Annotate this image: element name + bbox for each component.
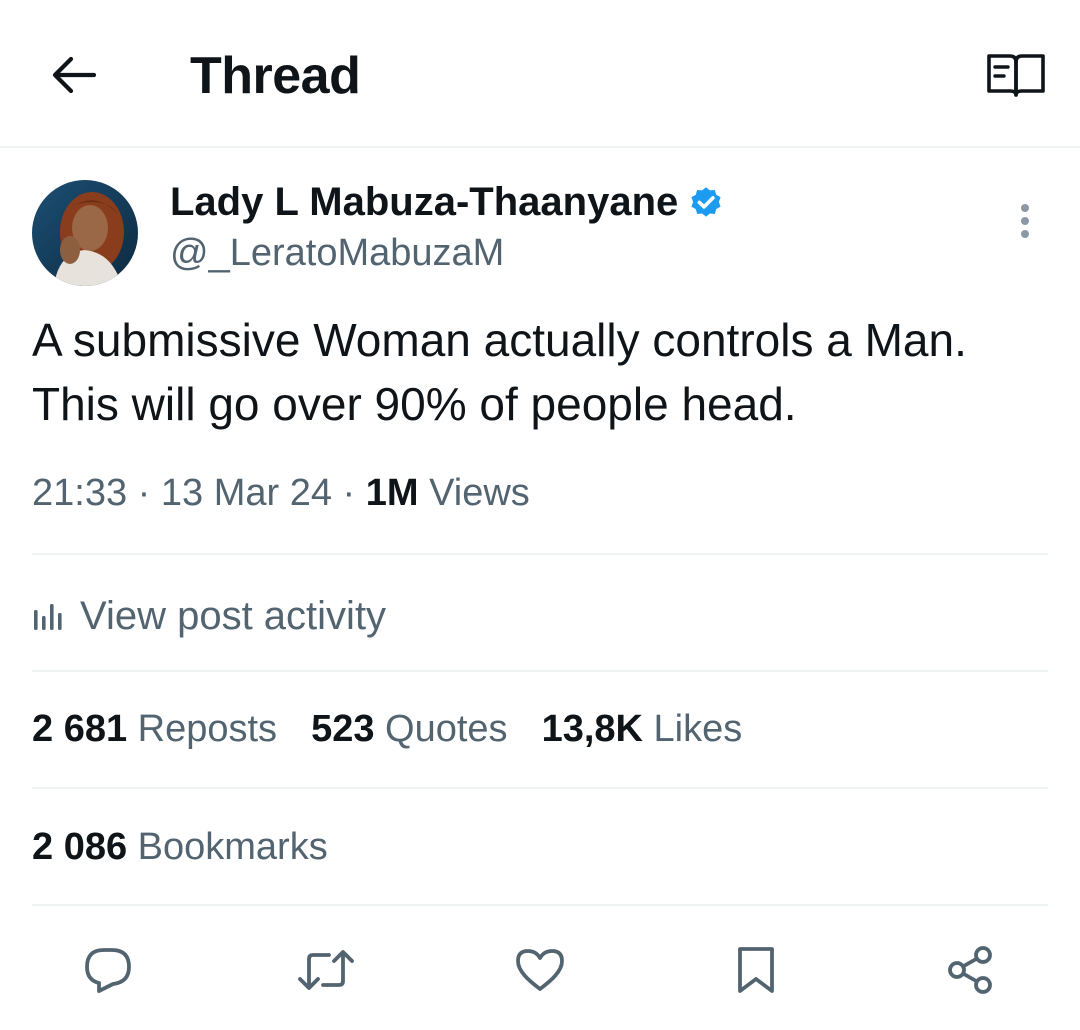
tweet-text: A submissive Woman actually controls a M… [32, 314, 967, 430]
tweet-date[interactable]: 13 Mar 24 [161, 472, 332, 514]
reply-button[interactable] [76, 938, 140, 1002]
share-button[interactable] [938, 938, 1002, 1002]
divider [32, 553, 1048, 555]
reposts-label: Reposts [137, 708, 278, 750]
profile-photo [32, 180, 138, 286]
reply-icon [85, 948, 131, 993]
share-icon [948, 946, 992, 994]
verified-badge-icon[interactable] [688, 185, 724, 221]
bar-chart-icon [34, 604, 62, 630]
quotes-label: Quotes [385, 708, 508, 750]
views-label: Views [429, 472, 530, 514]
quotes-count: 523 [311, 708, 375, 750]
page-title: Thread [190, 47, 361, 105]
likes-label: Likes [653, 708, 743, 750]
arrow-left-icon [52, 56, 96, 94]
divider [32, 670, 1048, 672]
heart-icon [516, 949, 564, 991]
bookmarks-count: 2 086 [32, 826, 128, 868]
reader-mode-button[interactable] [978, 44, 1054, 106]
more-vertical-icon [1021, 204, 1029, 238]
repost-icon [298, 950, 354, 990]
divider [32, 904, 1048, 906]
meta-separator: · [137, 472, 151, 514]
reposts-stat[interactable]: 2 681 Reposts [32, 708, 277, 751]
view-post-activity-link[interactable]: View post activity [32, 588, 386, 644]
engagement-stats: 2 681 Reposts 523 Quotes 13,8K Likes [32, 708, 776, 751]
repost-button[interactable] [294, 938, 358, 1002]
action-bar [0, 930, 1080, 1010]
bookmark-icon [738, 947, 774, 993]
author-display-name[interactable]: Lady L Mabuza-Thaanyane [170, 180, 724, 225]
likes-stat[interactable]: 13,8K Likes [542, 708, 743, 751]
avatar[interactable] [32, 180, 138, 286]
bookmarks-label: Bookmarks [137, 826, 328, 868]
likes-count: 13,8K [541, 708, 643, 750]
reposts-count: 2 681 [32, 708, 128, 750]
bookmark-button[interactable] [724, 938, 788, 1002]
more-options-button[interactable] [1000, 196, 1050, 246]
like-button[interactable] [508, 938, 572, 1002]
book-open-icon [987, 54, 1045, 97]
back-button[interactable] [40, 42, 106, 108]
divider [32, 787, 1048, 789]
views-count: 1M [365, 472, 419, 514]
top-bar: Thread [0, 0, 1080, 148]
tweet-time[interactable]: 21:33 [32, 472, 127, 514]
author-name-text: Lady L Mabuza-Thaanyane [170, 180, 679, 224]
author-handle[interactable]: @_LeratoMabuzaM [170, 232, 504, 275]
meta-separator: · [342, 472, 356, 514]
tweet-meta: 21:33 · 13 Mar 24 · 1M Views [32, 472, 530, 515]
bookmarks-stat[interactable]: 2 086 Bookmarks [32, 826, 328, 869]
quotes-stat[interactable]: 523 Quotes [311, 708, 508, 751]
view-post-activity-label: View post activity [80, 593, 387, 638]
